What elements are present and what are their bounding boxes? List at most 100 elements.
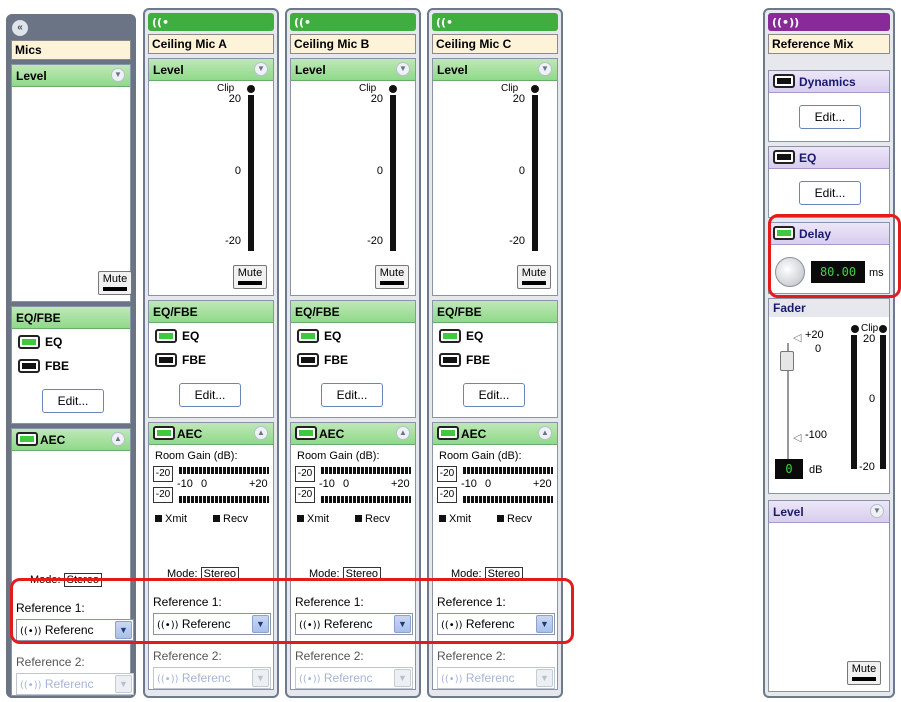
recv-meter — [321, 496, 411, 503]
eq-toggle[interactable] — [773, 150, 795, 164]
mode-select[interactable]: Stereo — [342, 567, 382, 581]
reference2-label: Reference 2: — [153, 649, 222, 663]
aec-toggle[interactable] — [153, 426, 175, 440]
xmit-indicator: Xmit — [297, 513, 329, 525]
eq-toggle-row[interactable]: EQ — [155, 329, 199, 343]
aec-toggle[interactable] — [295, 426, 317, 440]
chevron-down-icon[interactable]: ▼ — [396, 62, 410, 76]
chevron-up-icon[interactable]: ▲ — [111, 432, 125, 446]
reference2-label: Reference 2: — [295, 649, 364, 663]
eq-toggle-row[interactable]: EQ — [18, 335, 62, 349]
mode-label: Mode: — [451, 568, 482, 580]
fbe-toggle-row[interactable]: FBE — [439, 353, 490, 367]
reference1-dropdown[interactable]: ((•)) Referenc ▼ — [153, 613, 271, 635]
mute-button[interactable]: Mute — [847, 661, 881, 685]
eq-toggle[interactable] — [439, 329, 461, 343]
reference1-dropdown[interactable]: ((•)) Referenc ▼ — [437, 613, 555, 635]
meter-tick-minus20: -20 — [859, 461, 875, 473]
edit-button[interactable]: Edit... — [179, 383, 241, 407]
reference2-value: Referenc — [181, 671, 231, 685]
chevron-up-icon[interactable]: ▲ — [254, 426, 268, 440]
strip-name: Ceiling Mic B — [290, 34, 416, 54]
channel-strip: ((• Ceiling Mic C Level ▼ Clip 20 0 -20 M… — [427, 8, 563, 698]
eq-toggle[interactable] — [18, 335, 40, 349]
aec-title: AEC — [177, 427, 203, 441]
xmit-indicator: Xmit — [155, 513, 187, 525]
reference1-dropdown[interactable]: ((•)) Referenc ▼ — [16, 619, 134, 641]
gain-bottom-field[interactable]: -20 — [437, 487, 457, 503]
mute-button[interactable]: Mute — [98, 271, 132, 295]
mode-label: Mode: — [30, 574, 61, 586]
dynamics-header: Dynamics — [769, 71, 889, 93]
reference2-value: Referenc — [323, 671, 373, 685]
fbe-toggle-row[interactable]: FBE — [155, 353, 206, 367]
dynamics-toggle[interactable] — [773, 74, 795, 88]
recv-indicator: Recv — [355, 513, 390, 525]
gain-top-field[interactable]: -20 — [153, 466, 173, 482]
gain-top-field[interactable]: -20 — [437, 466, 457, 482]
chevron-down-icon[interactable]: ▼ — [254, 62, 268, 76]
fbe-toggle-row[interactable]: FBE — [18, 359, 69, 373]
eqfbe-header: EQ/FBE — [12, 307, 130, 329]
eq-toggle[interactable] — [155, 329, 177, 343]
xmit-label: Xmit — [165, 513, 187, 525]
xmit-label: Xmit — [307, 513, 329, 525]
delay-value-display[interactable]: 80.00 — [811, 261, 865, 283]
mode-row: Mode: Stereo — [167, 567, 240, 581]
eq-toggle-row[interactable]: EQ — [297, 329, 341, 343]
aec-toggle[interactable] — [437, 426, 459, 440]
scale-mid: 0 — [343, 478, 350, 490]
chevron-down-icon[interactable]: ▼ — [538, 62, 552, 76]
chevron-up-icon[interactable]: ▲ — [396, 426, 410, 440]
chevron-up-icon[interactable]: ▲ — [538, 426, 552, 440]
reference1-dropdown[interactable]: ((•)) Referenc ▼ — [295, 613, 413, 635]
chevron-down-icon[interactable]: ▼ — [111, 68, 125, 82]
mode-select[interactable]: Stereo — [484, 567, 524, 581]
fader-handle[interactable] — [780, 351, 794, 371]
recv-square-icon — [497, 515, 504, 522]
mode-label: Mode: — [309, 568, 340, 580]
eq-label: EQ — [182, 329, 200, 343]
meter-tick-0: 0 — [234, 165, 241, 177]
reference1-value: Referenc — [465, 617, 515, 631]
chevron-down-icon[interactable]: ▼ — [394, 615, 411, 633]
dynamics-edit-button[interactable]: Edit... — [799, 105, 861, 129]
edit-button[interactable]: Edit... — [42, 389, 104, 413]
gain-top-field[interactable]: -20 — [295, 466, 315, 482]
mute-button[interactable]: Mute — [375, 265, 409, 289]
gain-bottom-field[interactable]: -20 — [295, 487, 315, 503]
chevron-down-icon[interactable]: ▼ — [870, 504, 884, 518]
chevron-down-icon[interactable]: ▼ — [252, 615, 269, 633]
mode-select[interactable]: Stereo — [63, 573, 103, 587]
fbe-toggle[interactable] — [439, 353, 461, 367]
mute-button[interactable]: Mute — [517, 265, 551, 289]
fbe-label: FBE — [466, 353, 490, 367]
reference2-value: Referenc — [44, 677, 94, 691]
aec-toggle[interactable] — [16, 432, 38, 446]
xmit-label: Xmit — [449, 513, 471, 525]
mute-button[interactable]: Mute — [233, 265, 267, 289]
fbe-toggle[interactable] — [155, 353, 177, 367]
chevron-down-icon: ▼ — [536, 669, 553, 687]
eq-toggle-row[interactable]: EQ — [439, 329, 483, 343]
delay-toggle[interactable] — [773, 226, 795, 240]
double-chevron-left-icon[interactable]: « — [12, 20, 28, 36]
gain-bottom-field[interactable]: -20 — [153, 487, 173, 503]
fbe-toggle[interactable] — [297, 353, 319, 367]
eq-edit-button[interactable]: Edit... — [799, 181, 861, 205]
level-title: Level — [773, 505, 804, 519]
fbe-label: FBE — [45, 359, 69, 373]
chevron-down-icon[interactable]: ▼ — [115, 621, 132, 639]
clip-indicator — [389, 85, 397, 93]
delay-knob[interactable] — [775, 257, 805, 287]
fbe-label: FBE — [324, 353, 348, 367]
edit-button[interactable]: Edit... — [463, 383, 525, 407]
chevron-down-icon[interactable]: ▼ — [536, 615, 553, 633]
edit-button[interactable]: Edit... — [321, 383, 383, 407]
fader-block: Fader ◁ +20 0 ◁ -100 0 dB Clip 20 0 -20 — [768, 298, 890, 494]
mode-select[interactable]: Stereo — [200, 567, 240, 581]
fbe-toggle-row[interactable]: FBE — [297, 353, 348, 367]
gain-value-display[interactable]: 0 — [775, 459, 803, 479]
eq-toggle[interactable] — [297, 329, 319, 343]
fbe-toggle[interactable] — [18, 359, 40, 373]
